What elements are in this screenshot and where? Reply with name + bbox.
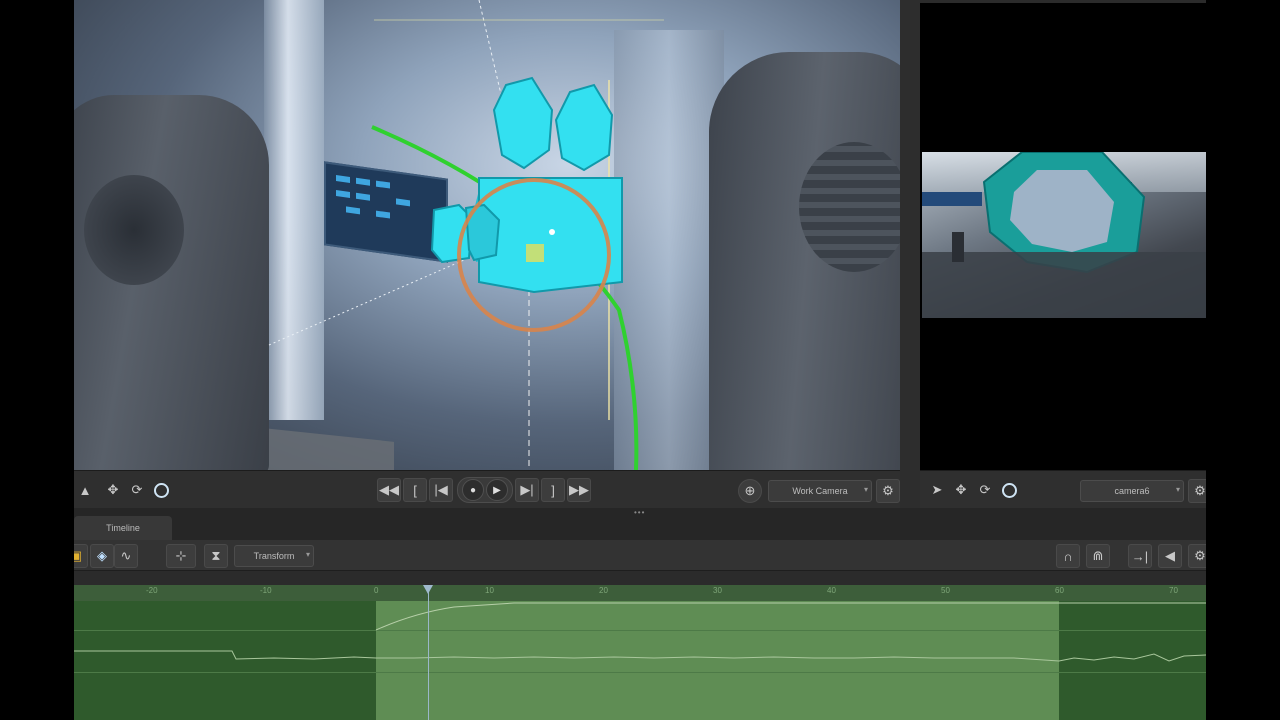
- ruler-tick: 60: [1055, 586, 1064, 595]
- mark-out-icon[interactable]: ]: [541, 478, 565, 502]
- timeline-ruler[interactable]: -20 -10 0 10 20 30 40 50 60 70: [74, 585, 1206, 602]
- ruler-tick: -20: [146, 586, 158, 595]
- pivot-handle[interactable]: [526, 244, 544, 262]
- ruler-tick: -10: [260, 586, 272, 595]
- curve-track-2: [74, 650, 1206, 662]
- skip-to-end-icon[interactable]: →|: [1128, 544, 1152, 568]
- curve-track-1: [375, 602, 1206, 631]
- viewport-toolbar: ▲ ✥ ⟳ ◀◀ [ |◀ ● ▶ ▶| ] ▶▶ ⊕ Work Camera ▾…: [74, 470, 900, 509]
- gear-icon[interactable]: ⚙: [1188, 544, 1206, 568]
- camera-reel-left: [492, 76, 554, 170]
- timeline-tabbar: Timeline: [74, 516, 1206, 540]
- skip-end-icon[interactable]: ▶|: [515, 478, 539, 502]
- camera-reel-right: [554, 83, 614, 172]
- main-viewport[interactable]: [74, 0, 900, 470]
- camera-gizmo-overlay[interactable]: [74, 0, 900, 470]
- arrow-icon[interactable]: ➤: [926, 479, 948, 501]
- bookmark-icon[interactable]: ⧗: [204, 544, 228, 568]
- frustum-line: [268, 259, 465, 346]
- record-icon[interactable]: ●: [462, 479, 484, 501]
- magnet-lock-icon[interactable]: ⋒: [1086, 544, 1110, 568]
- rotate-icon[interactable]: ⟳: [126, 479, 148, 501]
- timeline-tracks[interactable]: [74, 601, 1206, 720]
- tab-timeline[interactable]: Timeline: [74, 516, 172, 540]
- preview-camera-select[interactable]: camera6 ▾: [1080, 480, 1184, 502]
- camera-preview-pane: [920, 0, 1206, 470]
- orbit-icon[interactable]: [150, 479, 172, 501]
- playhead-line[interactable]: [428, 585, 429, 720]
- transport-controls: ◀◀ [ |◀ ● ▶ ▶| ] ▶▶: [377, 477, 593, 503]
- rotate-icon[interactable]: ⟳: [974, 479, 996, 501]
- gear-icon[interactable]: ⚙: [1188, 479, 1206, 503]
- pane-divider[interactable]: [900, 0, 920, 508]
- move-icon[interactable]: ✥: [950, 479, 972, 501]
- add-keyframe-icon[interactable]: ⊹: [166, 544, 196, 568]
- motion-editor-icon[interactable]: ◈: [90, 544, 114, 568]
- preview-toolbar: ➤ ✥ ⟳ camera6 ▾ ⚙: [920, 470, 1206, 509]
- camera-body[interactable]: [478, 177, 623, 294]
- focus-point: [549, 229, 555, 235]
- play-icon[interactable]: ▶: [486, 479, 508, 501]
- work-camera-select[interactable]: Work Camera ▾: [768, 480, 872, 502]
- gear-icon[interactable]: ⚙: [876, 479, 900, 503]
- crosshair-icon[interactable]: ⊕: [738, 479, 762, 503]
- track-curves: [74, 602, 1206, 662]
- editor-window: ▲ ✥ ⟳ ◀◀ [ |◀ ● ▶ ▶| ] ▶▶ ⊕ Work Camera ▾…: [74, 0, 1206, 720]
- orbit-icon[interactable]: [998, 479, 1020, 501]
- ruler-tick: 70: [1169, 586, 1178, 595]
- ruler-tick: 0: [374, 586, 379, 595]
- timeline-splitter[interactable]: •••: [74, 508, 1206, 517]
- magnet-icon[interactable]: ∩: [1056, 544, 1080, 568]
- arrow-icon[interactable]: ▲: [74, 479, 96, 501]
- timeline-toolbar: ▣ ◈ ∿ ⊹ ⧗ Transform ▾ ∩ ⋒ →| ◀ ⚙: [74, 540, 1206, 571]
- clip-mode-icon[interactable]: ▣: [74, 544, 88, 568]
- playhead-handle[interactable]: [423, 585, 433, 594]
- transform-mode-select[interactable]: Transform ▾: [234, 545, 314, 567]
- speaker-icon[interactable]: ◀: [1158, 544, 1182, 568]
- move-icon[interactable]: ✥: [102, 479, 124, 501]
- camera-preview-image: [922, 152, 1206, 318]
- ruler-tick: 50: [941, 586, 950, 595]
- graph-editor-icon[interactable]: ∿: [114, 544, 138, 568]
- ruler-tick: 30: [713, 586, 722, 595]
- play-group: ● ▶: [457, 477, 513, 503]
- mark-in-icon[interactable]: [: [403, 478, 427, 502]
- skip-start-icon[interactable]: |◀: [429, 478, 453, 502]
- ruler-tick: 10: [485, 586, 494, 595]
- ruler-tick: 20: [599, 586, 608, 595]
- ruler-tick: 40: [827, 586, 836, 595]
- rewind-icon[interactable]: ◀◀: [377, 478, 401, 502]
- fast-forward-icon[interactable]: ▶▶: [567, 478, 591, 502]
